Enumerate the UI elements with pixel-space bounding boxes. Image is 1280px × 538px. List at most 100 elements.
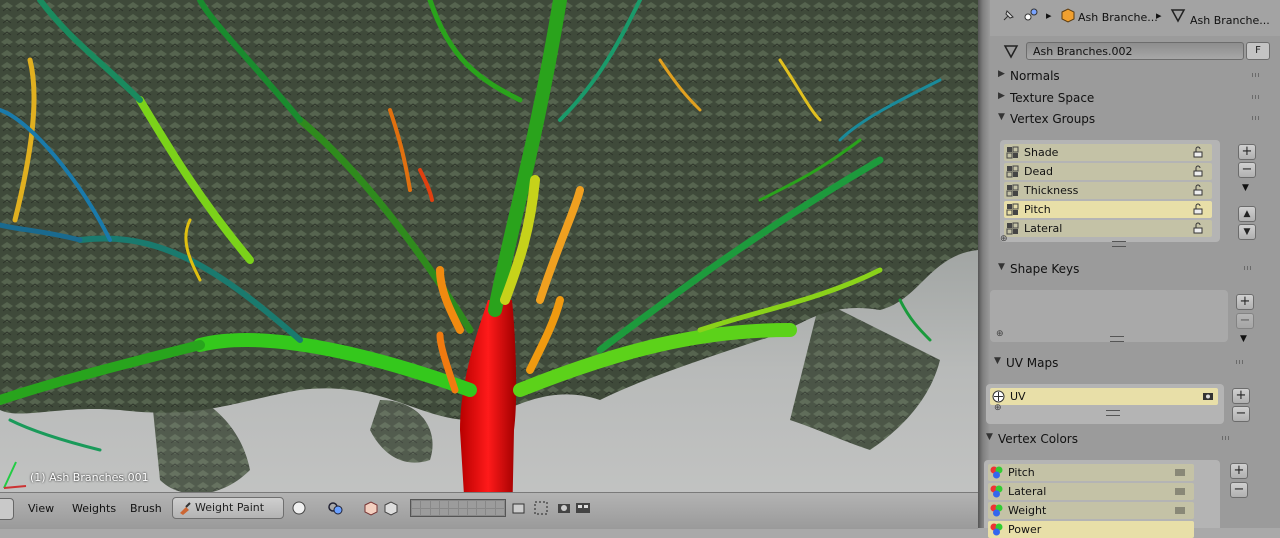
expanded-arrow-icon: ▼ <box>998 262 1005 272</box>
shape-keys-panel-header[interactable]: ▼ Shape Keys <box>990 258 1280 280</box>
vertex-mask-icon[interactable] <box>382 499 400 517</box>
uv-maps-list[interactable]: UV <box>986 384 1224 424</box>
uv-map-name: UV <box>1010 390 1026 403</box>
weights-menu[interactable]: Weights <box>72 499 116 519</box>
viewport-object-label: (1) Ash Branches.001 <box>30 471 149 484</box>
mesh-data-icon <box>1170 9 1186 23</box>
breadcrumb-mesh[interactable]: Ash Branche... <box>1190 14 1270 27</box>
layer-buttons[interactable] <box>410 499 506 517</box>
brush-mode-icon <box>180 502 191 515</box>
list-item-selected[interactable]: Power <box>988 521 1194 538</box>
camera-icon[interactable] <box>1202 390 1214 402</box>
drag-grip-icon[interactable] <box>1252 95 1260 99</box>
vertex-group-name: Shade <box>1024 146 1059 159</box>
add-vertex-group-button[interactable]: + <box>1238 144 1256 160</box>
remove-shape-key-button[interactable]: − <box>1236 313 1254 329</box>
list-item-selected[interactable]: Pitch <box>1004 201 1212 218</box>
breadcrumb-object[interactable]: Ash Branche... <box>1078 11 1158 24</box>
drag-grip-icon[interactable] <box>1222 436 1230 440</box>
opengl-render-anim-icon[interactable] <box>574 499 592 517</box>
move-up-button[interactable]: ▲ <box>1238 206 1256 222</box>
pin-icon[interactable] <box>1000 8 1016 24</box>
unlock-icon[interactable] <box>1192 165 1204 177</box>
uv-maps-panel-header[interactable]: ▼ UV Maps <box>986 352 1276 374</box>
remove-vertex-group-button[interactable]: − <box>1238 162 1256 178</box>
list-resize-grip[interactable] <box>1106 410 1120 416</box>
list-item[interactable]: Lateral <box>988 483 1194 500</box>
vertex-color-icon <box>990 466 1003 479</box>
mesh-browse-icon[interactable] <box>1002 42 1020 60</box>
unlock-icon[interactable] <box>1192 184 1204 196</box>
lock-layers-icon[interactable] <box>510 499 528 517</box>
list-item[interactable]: Shade <box>1004 144 1212 161</box>
texture-space-title: Texture Space <box>1010 91 1095 105</box>
list-resize-grip[interactable] <box>1112 241 1126 247</box>
camera-icon[interactable] <box>1174 466 1186 478</box>
opengl-render-icon[interactable] <box>556 499 574 517</box>
unlock-icon[interactable] <box>1192 203 1204 215</box>
view-menu[interactable]: View <box>28 499 54 519</box>
scene-icon <box>1024 8 1038 21</box>
list-item[interactable]: Lateral <box>1004 220 1212 237</box>
vertex-groups-panel-header[interactable]: ▼ Vertex Groups <box>990 108 1280 130</box>
dropdown-arrow-icon[interactable]: ▼ <box>1242 183 1249 193</box>
vertex-group-icon <box>1006 203 1019 216</box>
editor-type-button[interactable] <box>0 498 14 520</box>
breadcrumb-separator: ▸ <box>1156 9 1162 22</box>
mesh-name-text: Ash Branches.002 <box>1033 45 1133 58</box>
list-filter-icon[interactable]: ⊕ <box>996 329 1004 339</box>
expanded-arrow-icon: ▼ <box>986 432 993 442</box>
vertex-groups-title: Vertex Groups <box>1010 112 1096 126</box>
uv-map-icon <box>992 390 1005 403</box>
viewport-shading-icon[interactable] <box>290 499 308 517</box>
list-item-selected[interactable]: UV <box>990 388 1218 405</box>
camera-icon[interactable] <box>1174 504 1186 516</box>
vertex-colors-panel-header[interactable]: ▼ Vertex Colors <box>978 428 1268 450</box>
3d-viewport[interactable]: (1) Ash Branches.001 <box>0 0 978 528</box>
mode-selector[interactable]: Weight Paint <box>172 497 284 519</box>
mesh-name-field[interactable]: Ash Branches.002 <box>1026 42 1244 60</box>
drag-grip-icon[interactable] <box>1252 73 1260 77</box>
list-filter-icon[interactable]: ⊕ <box>994 403 1002 413</box>
3d-view-header: View Weights Brush Weight Paint <box>0 492 978 529</box>
tree-scene <box>0 0 978 528</box>
face-mask-icon[interactable] <box>362 499 380 517</box>
vertex-colors-list[interactable]: Pitch Lateral Weight Power <box>984 460 1220 538</box>
list-item[interactable]: Weight <box>988 502 1194 519</box>
vertex-groups-list[interactable]: Shade Dead Thickness Pitch Lateral <box>1000 140 1220 242</box>
vertex-color-icon <box>990 485 1003 498</box>
drag-grip-icon[interactable] <box>1244 266 1252 270</box>
remove-uv-map-button[interactable]: − <box>1232 406 1250 422</box>
vertex-colors-title: Vertex Colors <box>998 432 1078 446</box>
drag-grip-icon[interactable] <box>1252 116 1260 120</box>
camera-icon[interactable] <box>1174 485 1186 497</box>
vertex-color-name: Pitch <box>1008 466 1035 479</box>
vertex-group-icon <box>1006 165 1019 178</box>
list-filter-icon[interactable]: ⊕ <box>1000 234 1008 244</box>
mesh-name-row: Ash Branches.002 F <box>1000 40 1270 62</box>
expanded-arrow-icon: ▼ <box>994 356 1001 366</box>
unlock-icon[interactable] <box>1192 146 1204 158</box>
vertex-group-name: Lateral <box>1024 222 1063 235</box>
unlock-icon[interactable] <box>1192 222 1204 234</box>
pivot-point-icon[interactable] <box>326 499 344 517</box>
vertex-group-icon <box>1006 146 1019 159</box>
list-item[interactable]: Thickness <box>1004 182 1212 199</box>
breadcrumb: ▸ Ash Branche... ▸ Ash Branche... <box>990 0 1280 36</box>
list-resize-grip[interactable] <box>1110 336 1124 342</box>
remove-vertex-color-button[interactable]: − <box>1230 482 1248 498</box>
normals-panel-header[interactable]: ▶ Normals <box>990 65 1280 87</box>
shape-keys-list[interactable] <box>990 290 1228 342</box>
add-vertex-color-button[interactable]: + <box>1230 463 1248 479</box>
brush-menu[interactable]: Brush <box>130 499 162 519</box>
texture-space-panel-header[interactable]: ▶ Texture Space <box>990 87 1280 109</box>
add-uv-map-button[interactable]: + <box>1232 388 1250 404</box>
add-shape-key-button[interactable]: + <box>1236 294 1254 310</box>
move-down-button[interactable]: ▼ <box>1238 224 1256 240</box>
fake-user-button[interactable]: F <box>1246 42 1270 60</box>
list-item[interactable]: Pitch <box>988 464 1194 481</box>
drag-grip-icon[interactable] <box>1236 360 1244 364</box>
dropdown-arrow-icon[interactable]: ▼ <box>1240 334 1247 344</box>
list-item[interactable]: Dead <box>1004 163 1212 180</box>
render-region-icon[interactable] <box>532 499 550 517</box>
